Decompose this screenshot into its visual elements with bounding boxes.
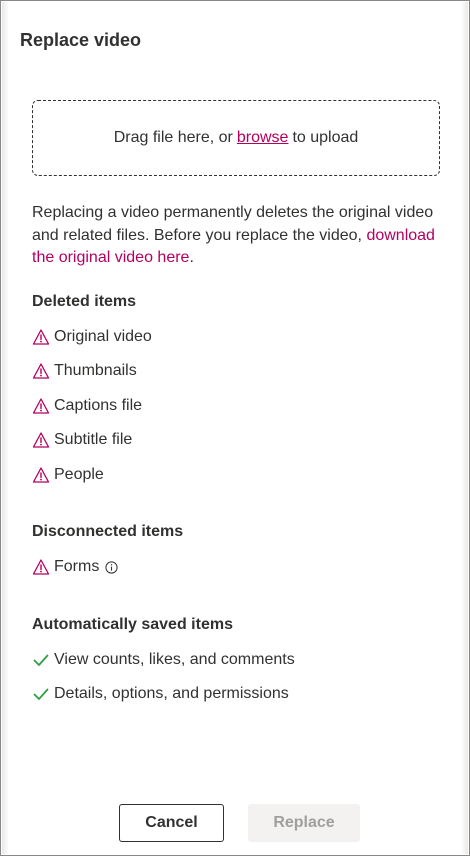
- warning-icon: [32, 398, 50, 414]
- disconnected-item: Forms: [32, 556, 118, 578]
- deleted-item-label: Captions file: [54, 397, 143, 414]
- deleted-item-label: Subtitle file: [54, 431, 133, 448]
- deleted-item: Captions file: [32, 395, 142, 417]
- replace-button[interactable]: Replace: [248, 804, 360, 842]
- dialog-edge-right: [461, 2, 468, 854]
- saved-item-label: View counts, likes, and comments: [54, 651, 295, 668]
- info-icon[interactable]: [105, 560, 118, 574]
- replace-video-dialog: Replace video Drag file here, or browse …: [0, 0, 470, 856]
- dialog-title: Replace video: [20, 30, 142, 50]
- checkmark-icon: [33, 654, 49, 666]
- checkmark-icon: [33, 688, 49, 700]
- saved-item: View counts, likes, and comments: [32, 649, 295, 671]
- deleted-item-label: Original video: [54, 328, 152, 345]
- deleted-items-heading: Deleted items: [32, 293, 137, 310]
- saved-item-label: Details, options, and permissions: [54, 685, 289, 702]
- warning-icon: [32, 559, 50, 575]
- deleted-item: Original video: [32, 326, 152, 348]
- description-period: .: [189, 249, 194, 266]
- deleted-item: Subtitle file: [32, 429, 132, 451]
- disconnected-item-label: Forms: [54, 558, 100, 575]
- dropzone-prefix: Drag file here, or: [113, 129, 233, 146]
- deleted-item-label: People: [54, 466, 104, 483]
- replace-warning-description: Replacing a video permanently deletes th…: [32, 202, 442, 270]
- dialog-edge-left: [2, 2, 9, 854]
- deleted-item: People: [32, 464, 104, 486]
- warning-icon: [32, 467, 50, 483]
- disconnected-items-heading: Disconnected items: [32, 523, 184, 540]
- browse-link[interactable]: browse: [237, 129, 289, 147]
- cancel-button[interactable]: Cancel: [119, 804, 224, 842]
- deleted-item-label: Thumbnails: [54, 362, 137, 379]
- dropzone-suffix: to upload: [292, 129, 359, 146]
- file-dropzone[interactable]: Drag file here, or browse to upload: [32, 100, 440, 176]
- saved-item: Details, options, and permissions: [32, 683, 289, 705]
- saved-items-heading: Automatically saved items: [32, 616, 233, 633]
- warning-icon: [32, 363, 50, 379]
- warning-icon: [32, 329, 50, 345]
- warning-icon: [32, 432, 50, 448]
- deleted-item: Thumbnails: [32, 360, 137, 382]
